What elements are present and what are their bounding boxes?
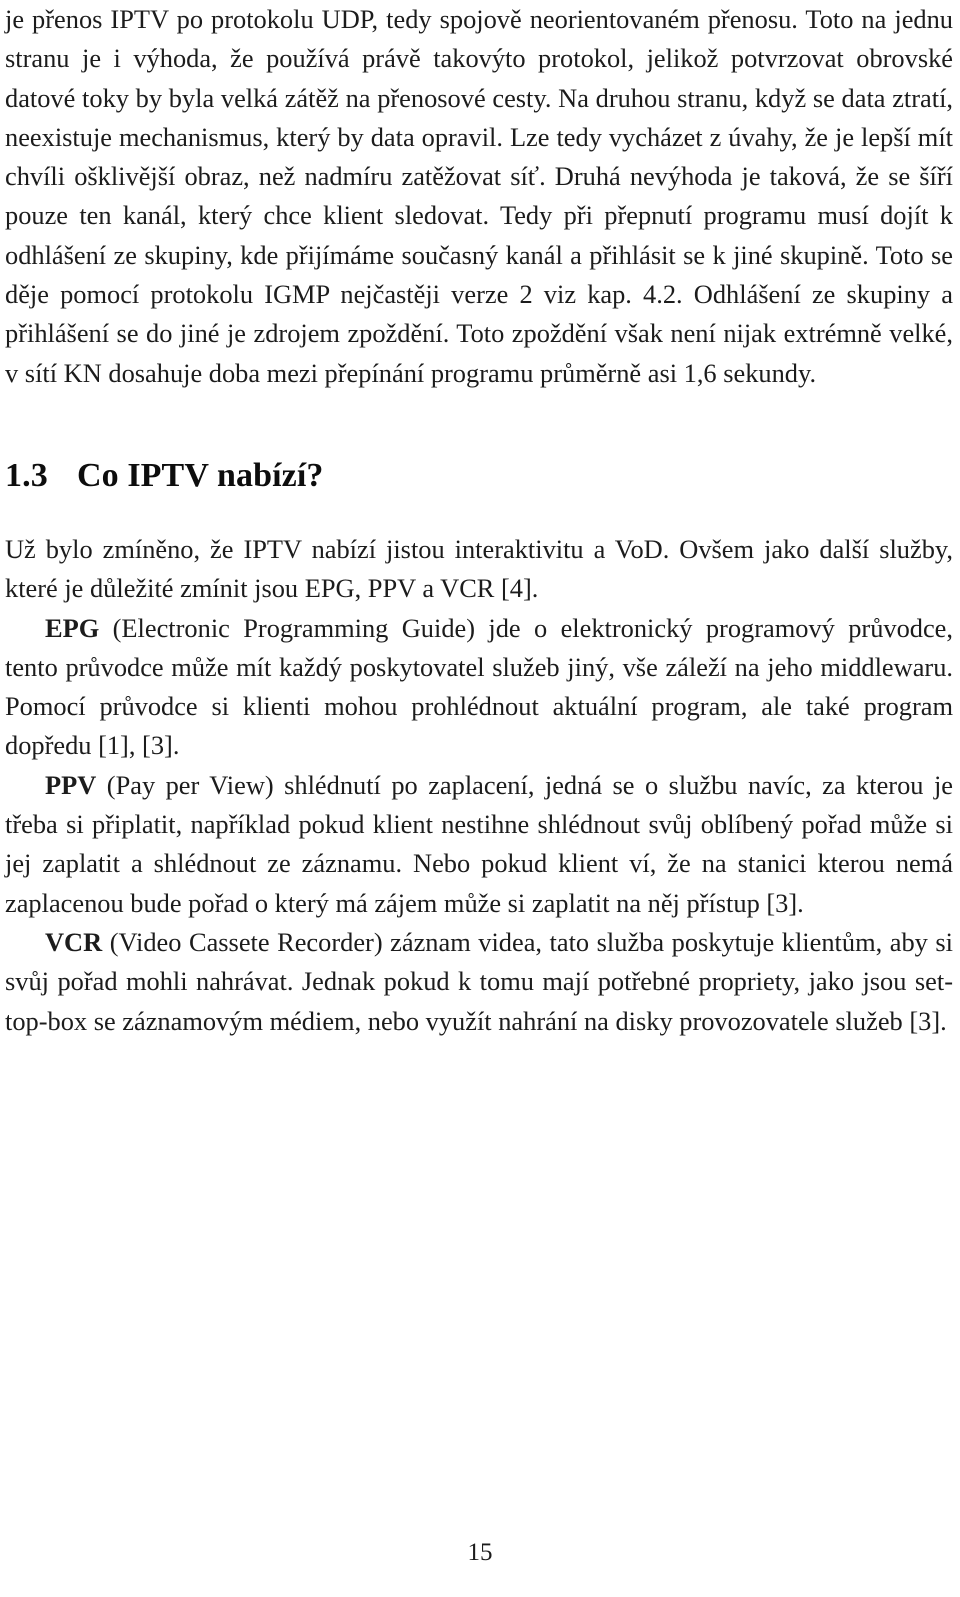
paragraph-vcr: VCR (Video Cassete Recorder) záznam vide… [5,923,953,1041]
page-number: 15 [467,1539,493,1566]
paragraph-epg: EPG (Electronic Programming Guide) jde o… [5,609,953,766]
runin-label-ppv: PPV [45,769,97,800]
section-number: 1.3 [5,456,48,494]
paragraph-ppv: PPV (Pay per View) shlédnutí po zaplacen… [5,766,953,923]
runin-label-vcr: VCR [45,926,103,957]
paragraph-intro-services: Už bylo zmíněno, že IPTV nabízí jistou i… [5,533,953,604]
spacer-before-heading [5,393,953,456]
page-content: je přenos IPTV po protokolu UDP, tedy sp… [5,0,953,1041]
paragraph-ppv-text: (Pay per View) shlédnutí po zaplacení, j… [5,769,953,918]
paragraph-epg-text: (Electronic Programming Guide) jde o ele… [5,612,953,761]
section-title: Co IPTV nabízí? [77,456,324,494]
spacer-after-heading [5,496,953,530]
paragraph-continued-iptv-udp: je přenos IPTV po protokolu UDP, tedy sp… [5,4,953,388]
document-page: je přenos IPTV po protokolu UDP, tedy sp… [0,0,960,1597]
paragraph-vcr-text: (Video Cassete Recorder) záznam videa, t… [5,926,953,1036]
section-heading-1-3: 1.3 Co IPTV nabízí? [5,456,953,496]
runin-label-epg: EPG [45,612,100,643]
